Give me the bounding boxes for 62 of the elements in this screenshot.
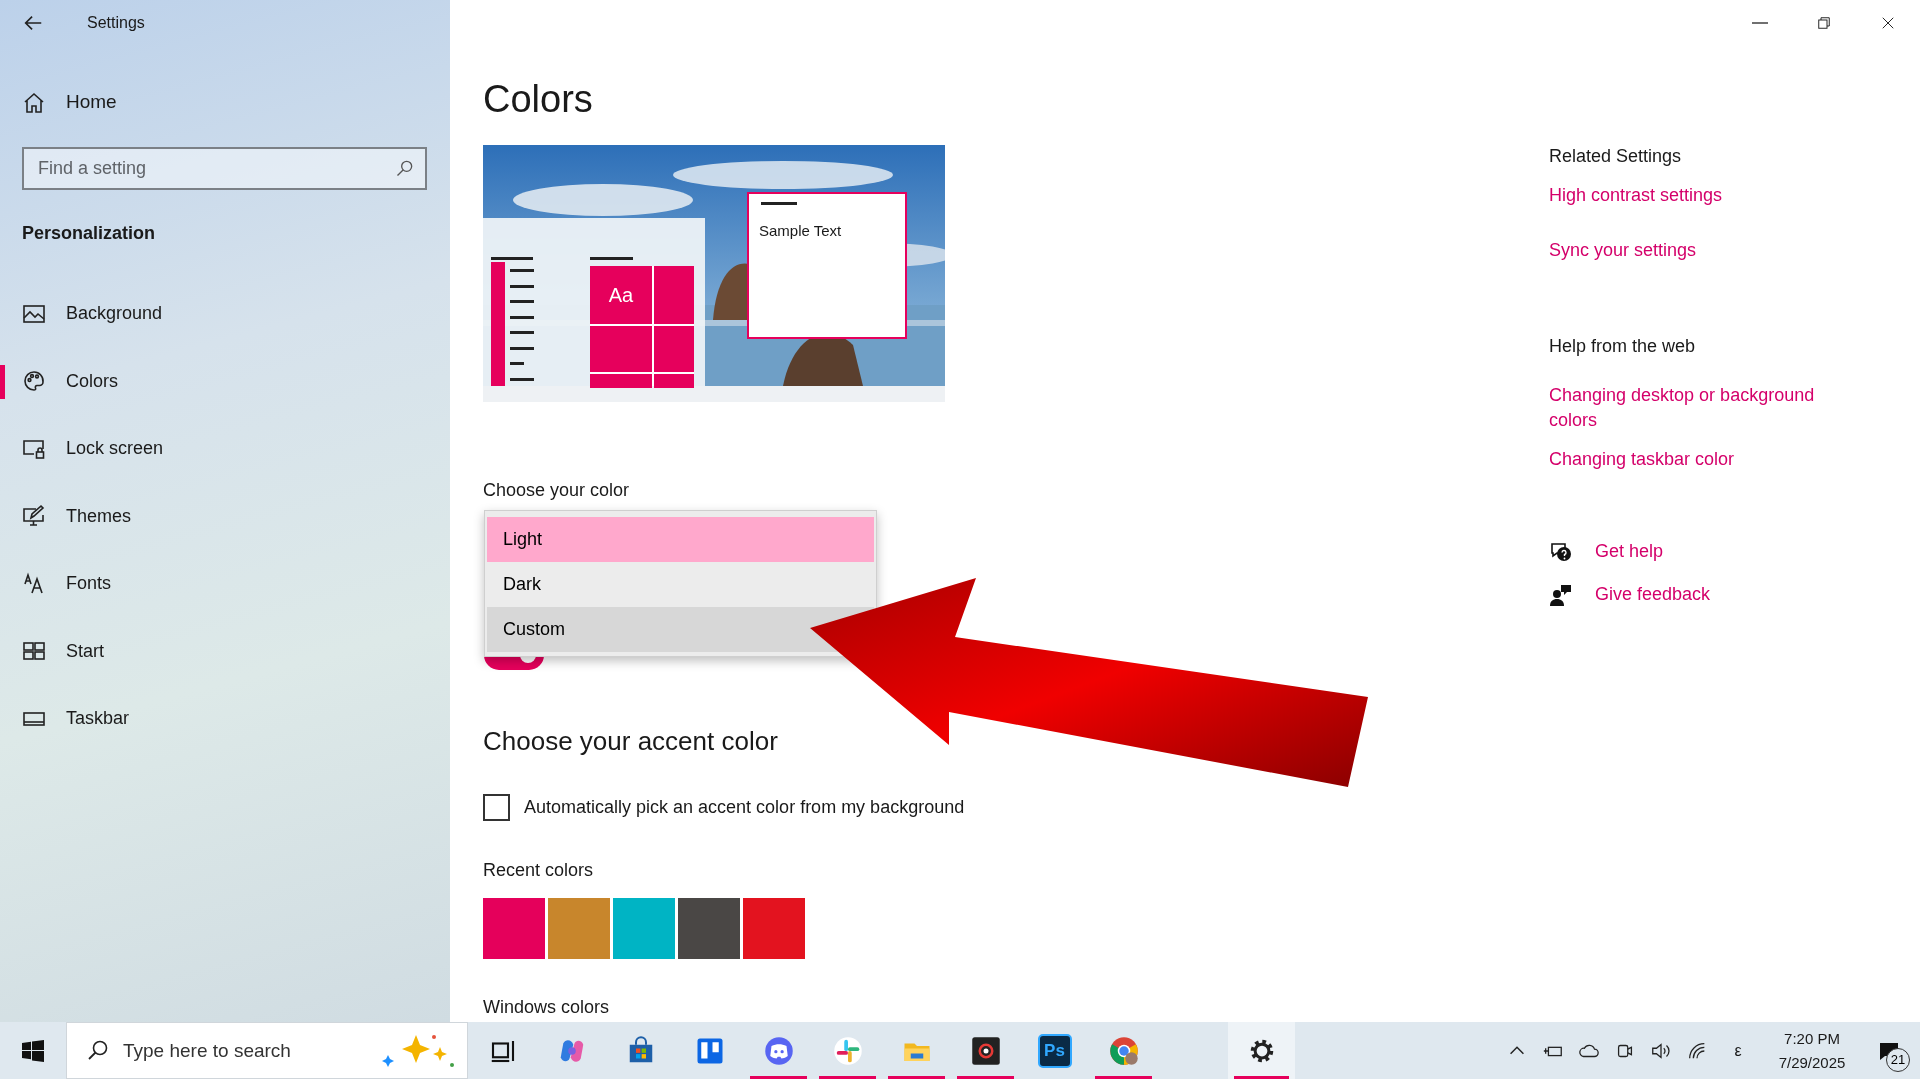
record-icon — [970, 1035, 1001, 1066]
sidebar-item[interactable]: Fonts — [0, 550, 450, 618]
checkbox[interactable] — [483, 794, 510, 821]
taskbar-app-button[interactable] — [1228, 1022, 1295, 1079]
section-heading: Help from the web — [1549, 335, 1697, 357]
tile — [654, 326, 694, 372]
search-icon — [86, 1038, 110, 1062]
taskbar-app-button[interactable]: Ps — [1020, 1022, 1089, 1079]
color-swatch[interactable] — [613, 898, 675, 959]
monitor-pen-icon — [22, 504, 46, 529]
color-swatch[interactable] — [743, 898, 805, 959]
minimize-icon — [1752, 21, 1768, 24]
sidebar-item[interactable]: Taskbar — [0, 685, 450, 753]
color-swatch[interactable] — [548, 898, 610, 959]
tile — [654, 266, 694, 324]
home-icon — [22, 90, 46, 115]
help-link[interactable]: Changing desktop or background colors — [1549, 383, 1859, 433]
settings-link[interactable]: Sync your settings — [1549, 238, 1889, 263]
tile — [590, 374, 652, 388]
tile — [654, 374, 694, 388]
home-link[interactable]: Home — [0, 80, 450, 125]
support-link[interactable]: Get help — [1549, 538, 1889, 565]
color-swatch[interactable] — [678, 898, 740, 959]
person-feedback-icon — [1549, 582, 1573, 607]
app-logo: Ps — [1037, 1033, 1072, 1068]
browser-icon — [1108, 1035, 1139, 1066]
input-indicator[interactable]: ε — [1718, 1038, 1758, 1063]
sidebar-item[interactable]: Themes — [0, 482, 450, 550]
notification-count: 21 — [1886, 1047, 1910, 1072]
palette-icon — [22, 369, 46, 394]
game-controller-icon — [763, 1035, 794, 1066]
settings-link[interactable]: High contrast settings — [1549, 183, 1889, 208]
page-title: Colors — [483, 77, 594, 122]
sidebar-item[interactable]: Background — [0, 280, 450, 348]
taskbar-search-field[interactable]: Type here to search — [66, 1022, 468, 1079]
sidebar-item[interactable]: Colors — [0, 347, 450, 415]
search-field[interactable]: Find a setting — [22, 147, 427, 190]
window-title: Settings — [87, 12, 145, 33]
notifications-button[interactable]: 21 — [1866, 1027, 1912, 1074]
hash-icon — [832, 1035, 863, 1066]
tile — [590, 326, 652, 372]
support-link[interactable]: Give feedback — [1549, 581, 1889, 608]
help-link[interactable]: Changing taskbar color — [1549, 447, 1859, 472]
windows-logo-icon — [22, 1039, 44, 1062]
sidebar-item[interactable]: Lock screen — [0, 415, 450, 483]
checkbox-label: Automatically pick an accent color from my background — [524, 796, 965, 819]
sidebar-item[interactable]: Start — [0, 617, 450, 685]
section-heading: Choose your accent color — [483, 725, 779, 758]
fonts-icon — [22, 571, 46, 596]
tile-text: Aa — [590, 266, 652, 324]
sample-text: Sample Text — [759, 221, 842, 241]
section-heading: Personalization — [22, 222, 157, 242]
field-label: Choose your color — [483, 479, 631, 502]
field-label: Recent colors — [483, 859, 595, 882]
field-label: Windows colors — [483, 997, 611, 1017]
search-icon — [395, 158, 415, 178]
date-text: 7/29/2025 — [1777, 1052, 1847, 1073]
color-swatch[interactable] — [483, 898, 545, 959]
dropdown-option[interactable]: Dark — [487, 562, 874, 607]
section-heading: Related Settings — [1549, 145, 1683, 167]
dropdown-option[interactable]: Light — [487, 517, 874, 562]
time-text: 7:20 PM — [1783, 1028, 1841, 1049]
